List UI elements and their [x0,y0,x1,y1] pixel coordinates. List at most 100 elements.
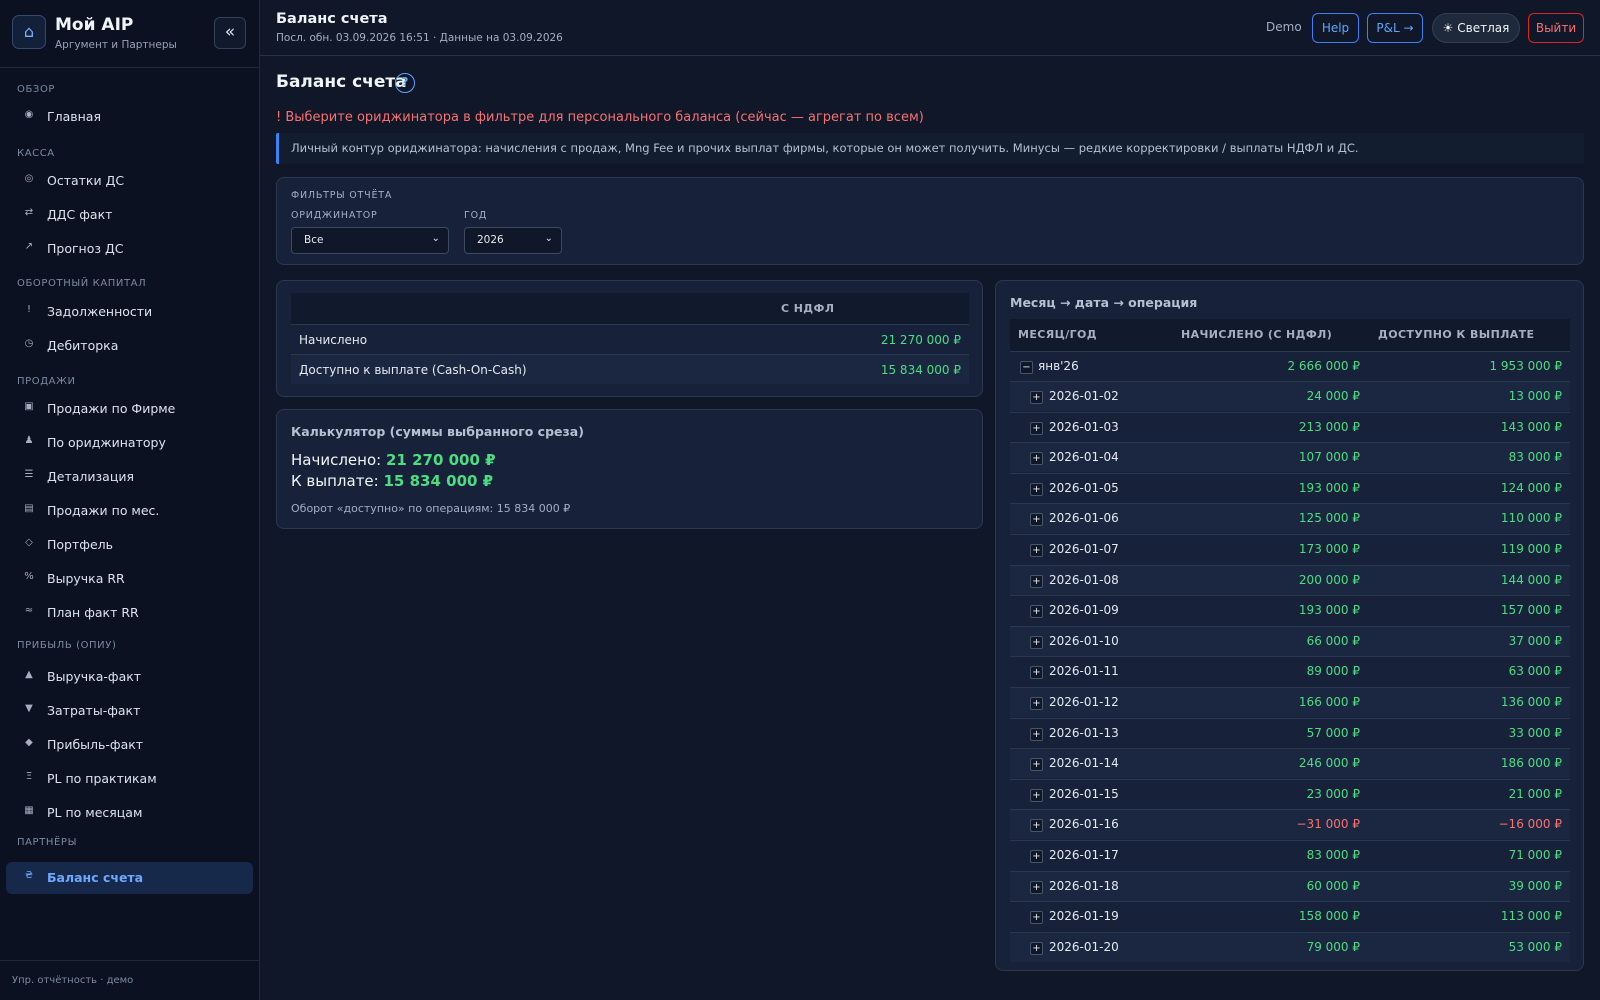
expand-toggle-icon[interactable]: + [1030,605,1043,619]
year-select[interactable]: 2026 ⌄ [464,227,562,254]
tree-row-day[interactable]: +2026-01-16 −31 000 ₽ −16 000 ₽ [1010,809,1570,840]
day-available: 186 000 ₽ [1500,756,1562,771]
day-available: 144 000 ₽ [1500,572,1562,587]
day-label: 2026-01-08 [1049,572,1119,587]
tree-row-day[interactable]: +2026-01-10 66 000 ₽ 37 000 ₽ [1010,625,1570,656]
tree-row-day[interactable]: +2026-01-13 57 000 ₽ 33 000 ₽ [1010,717,1570,748]
tree-row-day[interactable]: +2026-01-02 24 000 ₽ 13 000 ₽ [1010,381,1570,411]
tree-row-day[interactable]: +2026-01-07 173 000 ₽ 119 000 ₽ [1010,534,1570,564]
brand-title: Мой AIP [55,15,134,35]
sidebar-item[interactable]: ⇄ ДДС факт [6,199,253,231]
nav-icon: ▣ [24,401,34,412]
sidebar-item[interactable]: ₴ Баланс счета [6,862,253,894]
header-subtitle: Посл. обн. 03.09.2026 16:51 · Данные на … [276,32,563,44]
day-available: 119 000 ₽ [1500,542,1562,556]
sidebar-item[interactable]: ! Задолженности [6,296,253,328]
expand-toggle-icon[interactable]: + [1030,452,1043,466]
tree-row-day[interactable]: +2026-01-03 213 000 ₽ 143 000 ₽ [1010,411,1570,442]
warning-message: ! Выберите ориджинатора в фильтре для пе… [276,110,924,125]
day-available: 37 000 ₽ [1508,633,1562,648]
nav-icon: ↗ [24,241,34,252]
collapse-sidebar-button[interactable]: « [214,17,246,49]
day-available: 113 000 ₽ [1500,909,1562,924]
month-available: 1 953 000 ₽ [1489,359,1562,373]
sidebar-item[interactable]: ▤ Продажи по мес. [6,495,253,527]
sidebar-item[interactable]: ▲ Выручка-факт [6,661,253,693]
expand-toggle-icon[interactable]: + [1030,635,1043,649]
summary-row-available: Доступно к выплате (Cash-On-Cash) 15 834… [291,354,969,384]
calculator-payout-label: К выплате: [291,472,379,490]
tree-row-day[interactable]: +2026-01-04 107 000 ₽ 83 000 ₽ [1010,442,1570,473]
sidebar-item[interactable]: ◉ Главная [6,101,253,133]
expand-toggle-icon[interactable]: + [1030,697,1043,710]
sidebar-item[interactable]: ▼ Затраты-факт [6,695,253,727]
nav-icon: ▲ [25,669,33,680]
collapse-toggle-icon[interactable]: − [1020,361,1033,374]
tree-row-day[interactable]: +2026-01-18 60 000 ₽ 39 000 ₽ [1010,870,1570,901]
originator-select[interactable]: Все ⌄ [291,227,449,254]
tree-row-day[interactable]: +2026-01-12 166 000 ₽ 136 000 ₽ [1010,687,1570,717]
sidebar-item-label: Продажи по Фирме [47,401,176,416]
tree-row-day[interactable]: +2026-01-15 23 000 ₽ 21 000 ₽ [1010,778,1570,809]
expand-toggle-icon[interactable]: + [1030,727,1043,741]
expand-toggle-icon[interactable]: + [1030,941,1043,955]
sidebar-item-label: Баланс счета [47,870,144,885]
sidebar-item[interactable]: ◇ Портфель [6,529,253,561]
sidebar-item-label: Прогноз ДС [47,241,124,256]
tree-row-day[interactable]: +2026-01-20 79 000 ₽ 53 000 ₽ [1010,931,1570,962]
nav-icon: ◎ [24,173,34,184]
expand-toggle-icon[interactable]: + [1030,482,1043,496]
tree-row-day[interactable]: +2026-01-08 200 000 ₽ 144 000 ₽ [1010,564,1570,595]
expand-toggle-icon[interactable]: + [1030,513,1043,527]
header-title: Баланс счета [276,11,388,27]
sidebar-item[interactable]: ▣ Продажи по Фирме [6,393,253,425]
tree-row-day[interactable]: +2026-01-05 193 000 ₽ 124 000 ₽ [1010,472,1570,503]
sidebar-item[interactable]: ◷ Дебиторка [6,330,253,362]
tree-row-day[interactable]: +2026-01-14 246 000 ₽ 186 000 ₽ [1010,748,1570,779]
sidebar-item[interactable]: % Выручка RR [6,563,253,595]
summary-value: 15 834 000 ₽ [880,363,961,377]
expand-toggle-icon[interactable]: + [1030,758,1043,772]
expand-toggle-icon[interactable]: + [1030,880,1043,894]
theme-toggle-button[interactable]: ☀ Светлая [1432,13,1520,43]
expand-toggle-icon[interactable]: + [1030,544,1043,557]
tree-row-day[interactable]: +2026-01-06 125 000 ₽ 110 000 ₽ [1010,503,1570,534]
help-icon[interactable]: ? [395,73,415,93]
help-button[interactable]: Help [1312,13,1359,43]
expand-toggle-icon[interactable]: + [1030,850,1043,863]
tree-row-day[interactable]: +2026-01-19 158 000 ₽ 113 000 ₽ [1010,901,1570,931]
expand-toggle-icon[interactable]: + [1030,911,1043,925]
tree-row-month[interactable]: − янв'26 2 666 000 ₽ 1 953 000 ₽ [1010,351,1570,381]
expand-toggle-icon[interactable]: + [1030,788,1043,802]
tree-row-day[interactable]: +2026-01-09 193 000 ₽ 157 000 ₽ [1010,595,1570,625]
pl-button[interactable]: P&L → [1367,13,1423,43]
sidebar-item[interactable]: ≈ План факт RR [6,597,253,629]
tree-row-day[interactable]: +2026-01-11 89 000 ₽ 63 000 ₽ [1010,656,1570,686]
sidebar-item[interactable]: ☰ Детализация [6,461,253,493]
page-title: Баланс счета [276,72,407,92]
day-accrued: 246 000 ₽ [1298,756,1360,771]
expand-toggle-icon[interactable]: + [1030,421,1043,435]
sidebar-item[interactable]: ♟ По ориджинатору [6,427,253,459]
sidebar-item[interactable]: ◎ Остатки ДС [6,165,253,197]
sidebar-item[interactable]: Ξ PL по практикам [6,763,253,795]
expand-toggle-icon[interactable]: + [1030,666,1043,680]
tree-row-day[interactable]: +2026-01-17 83 000 ₽ 71 000 ₽ [1010,840,1570,870]
sidebar-item[interactable]: ↗ Прогноз ДС [6,233,253,265]
day-available: 63 000 ₽ [1508,664,1562,679]
day-accrued: 89 000 ₽ [1306,664,1360,679]
expand-toggle-icon[interactable]: + [1030,819,1043,833]
day-accrued: 107 000 ₽ [1298,450,1360,465]
sidebar-item[interactable]: ▦ PL по месяцам [6,797,253,829]
nav-icon: ₴ [25,870,33,881]
logout-button[interactable]: Выйти [1528,13,1584,43]
summary-label: Доступно к выплате (Cash-On-Cash) [299,363,527,377]
sidebar-item[interactable]: ◆ Прибыль-факт [6,729,253,761]
sidebar-item-label: По ориджинатору [47,435,166,450]
expand-toggle-icon[interactable]: + [1030,391,1043,404]
home-icon[interactable]: ⌂ [12,15,46,49]
tree-col-available: ДОСТУПНО К ВЫПЛАТЕ [1378,328,1535,341]
day-label: 2026-01-03 [1049,419,1119,434]
expand-toggle-icon[interactable]: + [1030,574,1043,588]
nav-icon: ▤ [24,503,34,514]
